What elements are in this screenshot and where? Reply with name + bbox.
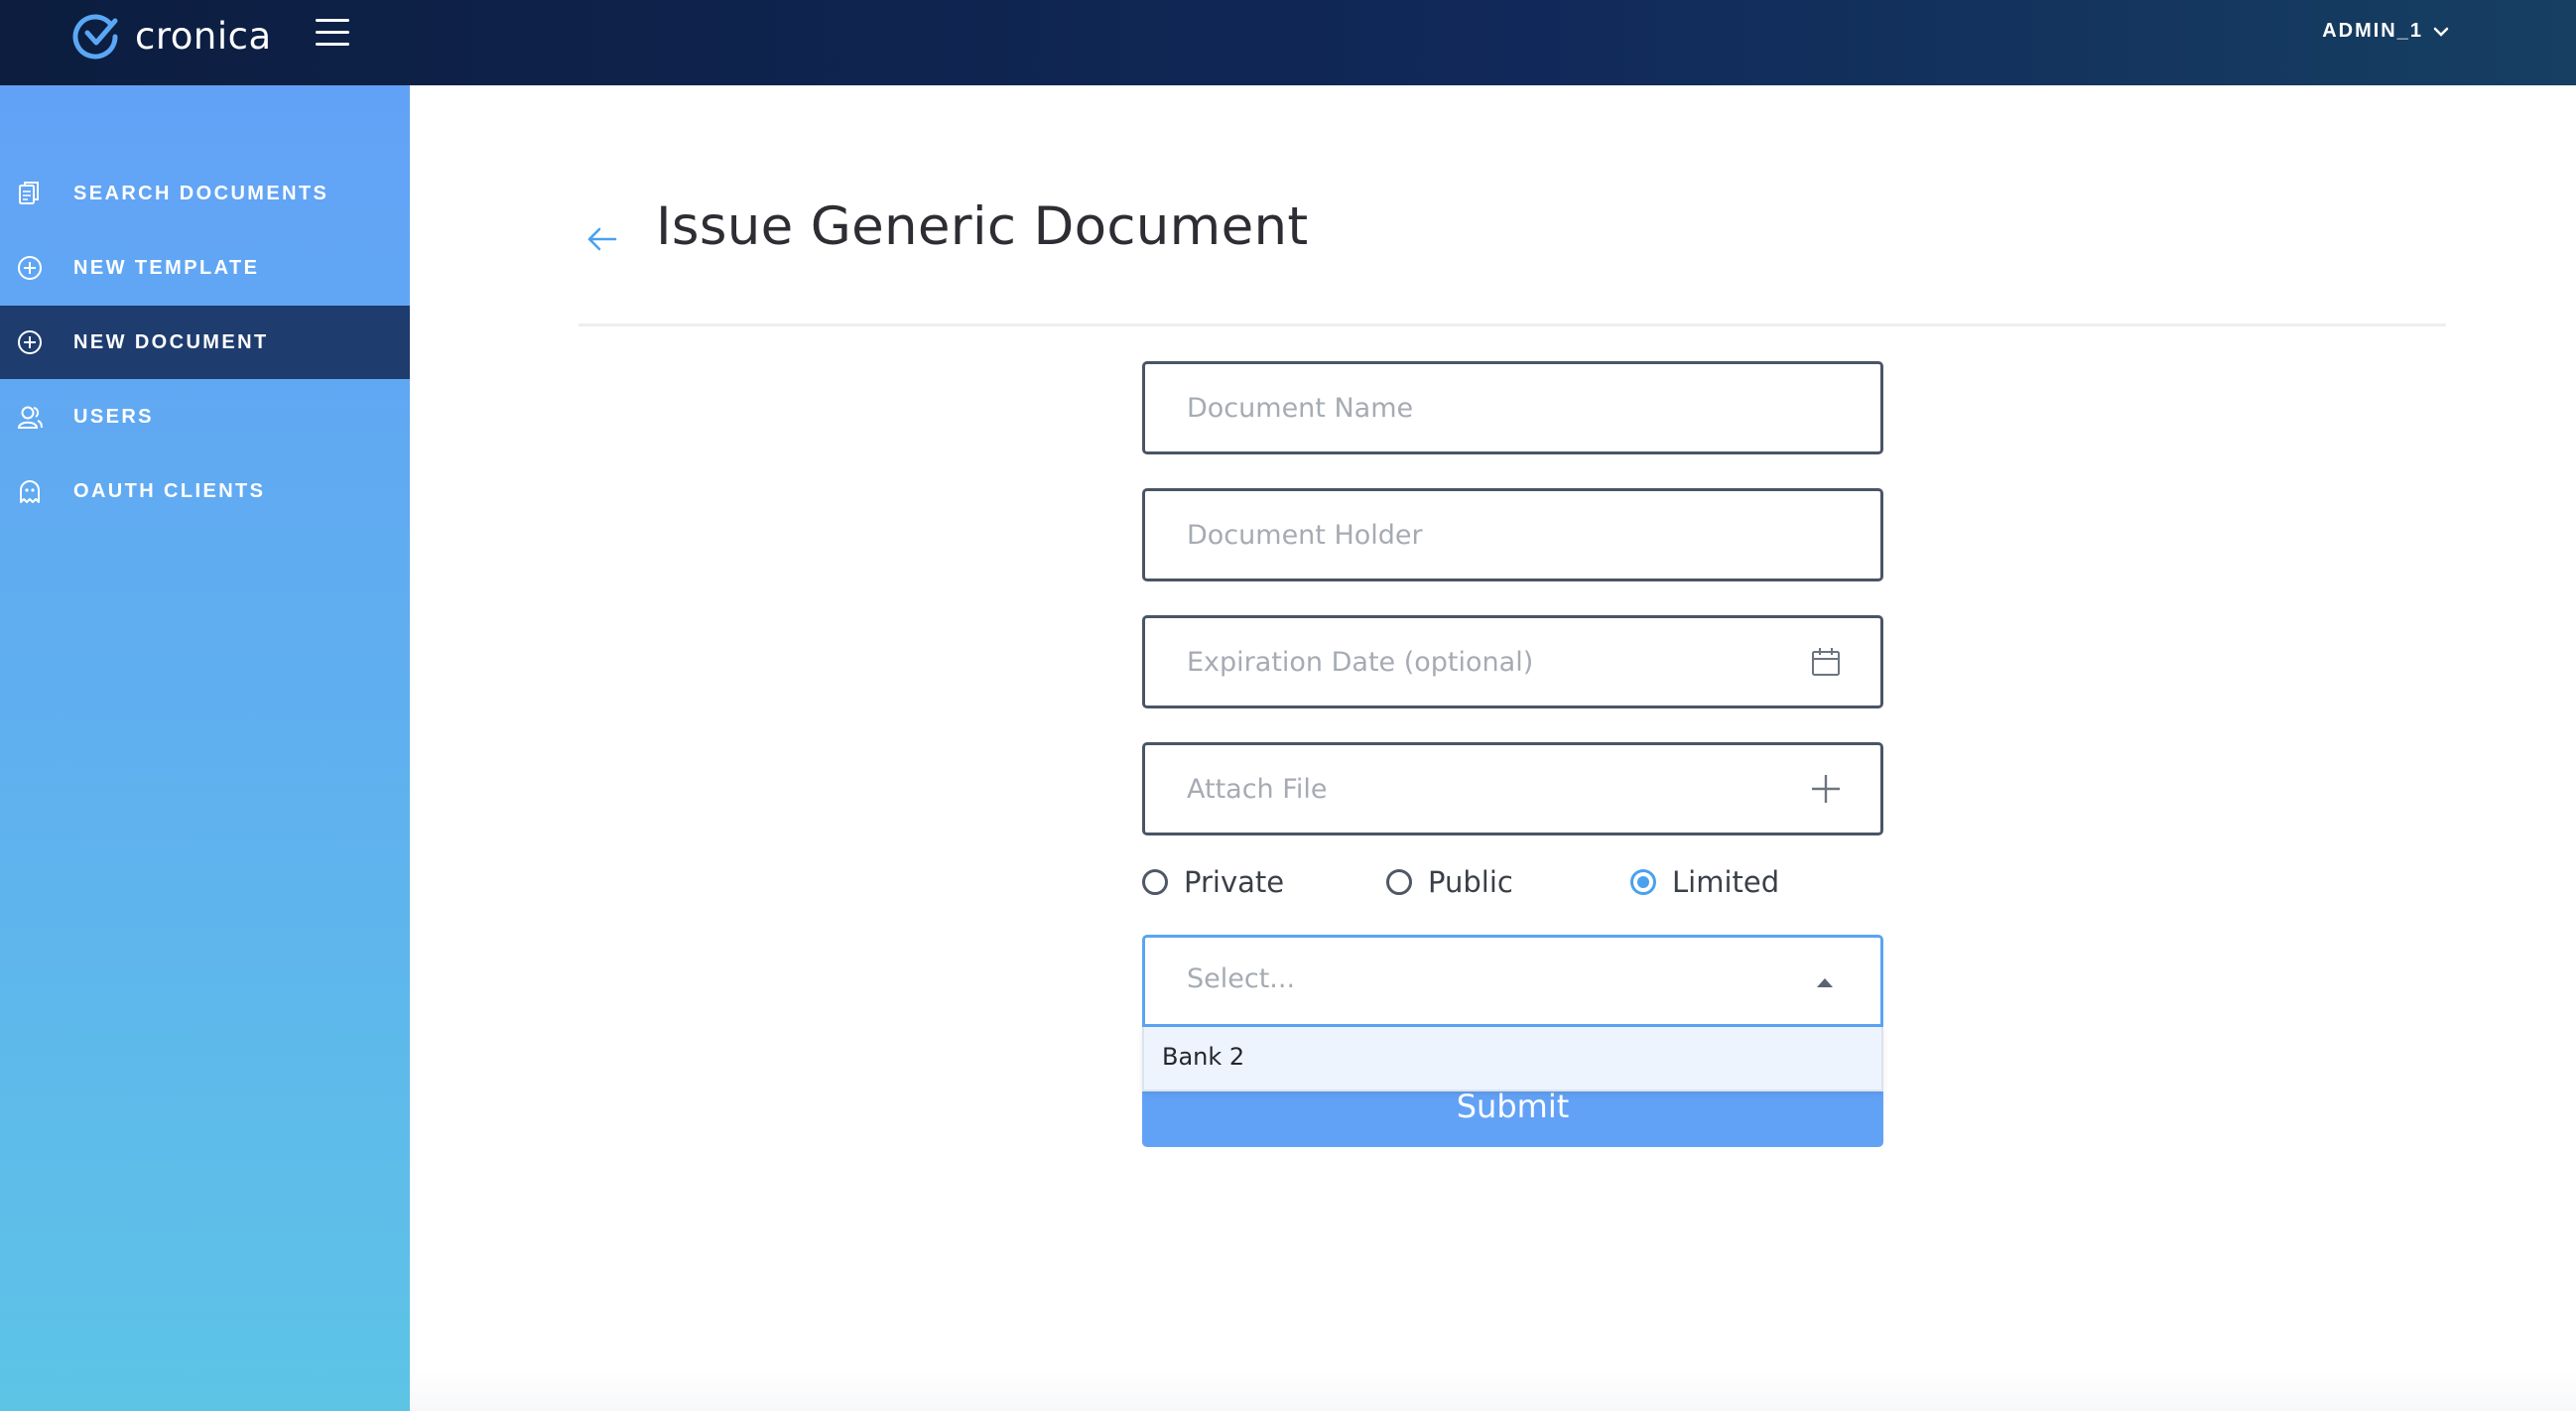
menu-toggle-icon[interactable] — [316, 19, 349, 49]
radio-circle[interactable] — [1630, 869, 1656, 895]
page-bottom — [410, 1369, 2576, 1411]
document-holder-field[interactable] — [1142, 488, 1883, 581]
attach-file-field[interactable] — [1142, 742, 1883, 835]
sidebar-item-oauth-clients[interactable]: OAUTH CLIENTS — [0, 454, 410, 528]
app-logo[interactable]: cronica — [71, 10, 272, 62]
radio-circle[interactable] — [1142, 869, 1168, 895]
calendar-icon[interactable] — [1809, 645, 1843, 679]
sidebar: SEARCH DOCUMENTS NEW TEMPLATE NEW DOCUME… — [0, 85, 410, 1411]
expiration-date-input[interactable] — [1187, 618, 1782, 706]
sidebar-item-label: NEW TEMPLATE — [73, 256, 260, 279]
plus-icon[interactable] — [1809, 772, 1843, 806]
plus-circle-icon — [18, 256, 42, 280]
divider — [579, 323, 2446, 326]
radio-public[interactable]: Public — [1386, 865, 1513, 899]
user-menu[interactable]: ADMIN_1 — [2322, 20, 2449, 43]
expiration-date-field[interactable] — [1142, 615, 1883, 708]
document-name-input[interactable] — [1187, 364, 1782, 451]
page-title: Issue Generic Document — [656, 196, 1309, 257]
back-arrow-icon[interactable] — [585, 222, 619, 256]
ghost-icon — [20, 480, 40, 503]
top-bar: cronica ADMIN_1 — [0, 0, 2576, 85]
user-name: ADMIN_1 — [2322, 20, 2423, 42]
sidebar-item-label: USERS — [73, 405, 154, 428]
radio-private[interactable]: Private — [1142, 865, 1284, 899]
chevron-down-icon — [2433, 27, 2449, 37]
users-icon — [17, 406, 43, 429]
radio-limited[interactable]: Limited — [1630, 865, 1779, 899]
radio-label: Limited — [1672, 865, 1780, 899]
sidebar-item-new-document[interactable]: NEW DOCUMENT — [0, 306, 410, 379]
sidebar-item-users[interactable]: USERS — [0, 380, 410, 453]
select-placeholder: Select... — [1187, 963, 1296, 994]
sidebar-item-search-documents[interactable]: SEARCH DOCUMENTS — [0, 157, 410, 230]
check-logo-icon — [72, 14, 118, 60]
document-holder-input[interactable] — [1187, 491, 1782, 578]
radio-label: Private — [1184, 865, 1285, 899]
radio-label: Public — [1428, 865, 1513, 899]
select-dropdown-menu: Bank 2 — [1142, 1027, 1883, 1091]
attach-file-input[interactable] — [1187, 745, 1782, 833]
plus-circle-icon — [18, 330, 42, 354]
radio-circle[interactable] — [1386, 869, 1412, 895]
sidebar-item-label: SEARCH DOCUMENTS — [73, 182, 329, 204]
sidebar-item-label: NEW DOCUMENT — [73, 330, 269, 353]
recipient-select[interactable]: Select... — [1142, 935, 1883, 1027]
documents-icon — [19, 182, 39, 204]
app-name: cronica — [135, 14, 272, 58]
document-name-field[interactable] — [1142, 361, 1883, 454]
sidebar-item-new-template[interactable]: NEW TEMPLATE — [0, 231, 410, 305]
select-option[interactable]: Bank 2 — [1162, 1043, 1244, 1071]
caret-up-icon[interactable] — [1817, 978, 1833, 987]
sidebar-item-label: OAUTH CLIENTS — [73, 479, 266, 502]
